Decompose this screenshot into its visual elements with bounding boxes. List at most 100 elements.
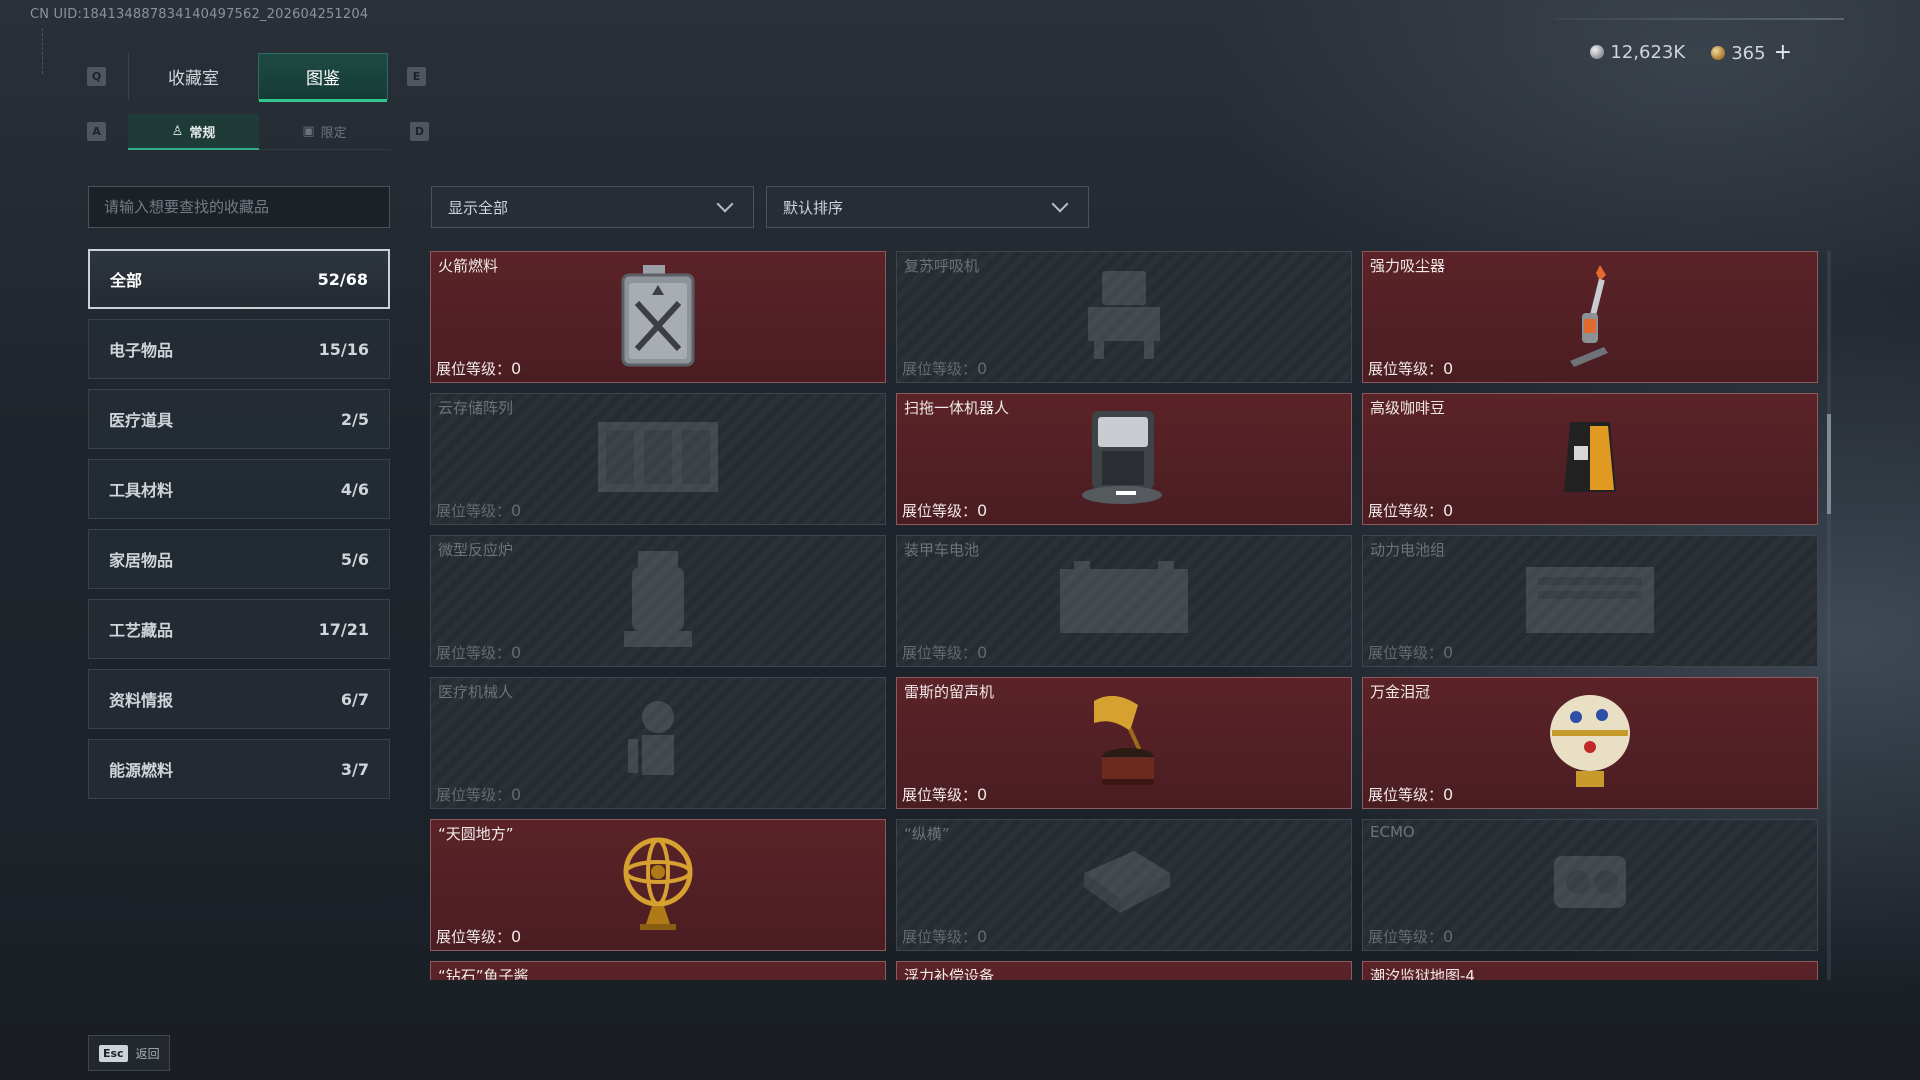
level-label: 展位等级： [902,928,978,946]
collection-item-card[interactable]: 高级咖啡豆 展位等级：0 [1362,393,1818,525]
category-item[interactable]: 工艺藏品 17/21 [88,599,390,659]
item-name: 动力电池组 [1370,541,1446,559]
collection-item-card[interactable]: 复苏呼吸机 展位等级：0 [896,251,1352,383]
gold-currency: 365 + [1711,40,1792,65]
item-level: 展位等级：0 [436,358,521,379]
scrollbar-track[interactable] [1827,251,1831,980]
item-level: 展位等级：0 [902,642,987,663]
item-name: 强力吸尘器 [1370,257,1446,275]
subtab-limited[interactable]: ▣ 限定 [259,114,390,150]
armillary-icon [618,830,698,940]
coffee-bag-icon [1558,416,1622,502]
subtab-regular[interactable]: ♙ 常规 [128,114,259,150]
level-value: 0 [1443,927,1454,946]
category-label: 能源燃料 [109,761,174,780]
collection-item-card[interactable]: 雷斯的留声机 展位等级：0 [896,677,1352,809]
collection-item-card[interactable]: 浮力补偿设备展位等级：0 [896,961,1352,980]
collection-item-card[interactable]: 医疗机械人 展位等级：0 [430,677,886,809]
category-label: 工具材料 [109,481,174,500]
category-label: 资料情报 [109,691,174,710]
back-button[interactable]: Esc 返回 [88,1035,170,1071]
level-label: 展位等级： [902,644,978,662]
category-count: 52/68 [317,269,368,289]
category-count: 2/5 [340,409,369,429]
category-item[interactable]: 医疗道具 2/5 [88,389,390,449]
vacuum-icon [1560,261,1620,373]
collection-item-card[interactable]: “钻石”鱼子酱展位等级：0 [430,961,886,980]
limited-icon: ▣ [302,124,315,139]
key-hint-d: D [410,122,429,141]
ecmo-icon [1540,838,1640,932]
level-value: 0 [511,785,522,804]
level-label: 展位等级： [436,502,512,520]
item-name: 扫拖一体机器人 [904,399,1010,417]
item-level: 展位等级：0 [1368,358,1453,379]
category-label: 电子物品 [109,341,174,360]
category-item[interactable]: 电子物品 15/16 [88,319,390,379]
tab-collection-room[interactable]: 收藏室 [128,53,258,100]
collection-item-card[interactable]: 强力吸尘器展位等级：0 [1362,251,1818,383]
item-name: 雷斯的留声机 [904,683,995,701]
level-value: 0 [1443,643,1454,662]
gold-amount: 365 [1731,43,1766,64]
sort-dropdown[interactable]: 默认排序 [766,186,1089,228]
collection-item-card[interactable]: “天圆地方” 展位等级：0 [430,819,886,951]
category-item[interactable]: 全部 52/68 [88,249,390,309]
robot-vacuum-icon [1076,407,1172,511]
add-currency-button[interactable]: + [1774,40,1792,65]
level-value: 0 [977,501,988,520]
search-input[interactable] [88,186,390,228]
category-item[interactable]: 能源燃料 3/7 [88,739,390,799]
item-level: 展位等级：0 [1368,926,1453,947]
level-label: 展位等级： [1368,360,1444,378]
collection-item-card[interactable]: 动力电池组展位等级：0 [1362,535,1818,667]
subtab-limited-label: 限定 [320,126,347,141]
level-value: 0 [1443,785,1454,804]
level-value: 0 [977,927,988,946]
level-value: 0 [977,785,988,804]
filter-dropdown[interactable]: 显示全部 [431,186,754,228]
level-label: 展位等级： [902,360,978,378]
collection-item-card[interactable]: 万金泪冠展位等级：0 [1362,677,1818,809]
gold-coin-icon [1711,46,1726,60]
collection-item-card[interactable]: 微型反应炉 展位等级：0 [430,535,886,667]
key-hint-a: A [87,122,106,141]
silver-amount: 12,623K [1610,42,1686,63]
scrollbar-thumb[interactable] [1827,414,1831,514]
medical-robot-icon [618,691,698,795]
item-name: 火箭燃料 [438,257,499,275]
fuel-can-icon [615,263,701,371]
player-uid: CN UID:18413488783414049756­2_2026042512… [30,7,369,22]
collection-item-card[interactable]: 装甲车电池 展位等级：0 [896,535,1352,667]
item-name: 复苏呼吸机 [904,257,980,275]
item-name: 万金泪冠 [1370,683,1431,701]
collection-item-card[interactable]: 云存储阵列 展位等级：0 [430,393,886,525]
level-label: 展位等级： [1368,786,1444,804]
level-label: 展位等级： [1368,502,1444,520]
esc-key-hint: Esc [99,1044,128,1062]
category-count: 4/6 [340,479,369,499]
collection-item-card[interactable]: 扫拖一体机器人 展位等级：0 [896,393,1352,525]
storage-array-icon [588,412,728,506]
item-level: 展位等级：0 [436,642,521,663]
tab-catalog[interactable]: 图鉴 [258,53,388,102]
top-decoration-line [1554,18,1844,20]
item-level: 展位等级：0 [1368,500,1453,521]
level-value: 0 [1443,501,1454,520]
collection-item-card[interactable]: “纵横” 展位等级：0 [896,819,1352,951]
collection-item-card[interactable]: 潮汐监狱地图-4展位等级：0 [1362,961,1818,980]
level-label: 展位等级： [902,502,978,520]
category-item[interactable]: 资料情报 6/7 [88,669,390,729]
collection-item-card[interactable]: ECMO 展位等级：0 [1362,819,1818,951]
category-label: 医疗道具 [109,411,174,430]
currency-bar: 12,623K 365 + [1590,40,1792,65]
level-label: 展位等级： [1368,644,1444,662]
collection-item-card[interactable]: 火箭燃料展位等级：0 [430,251,886,383]
item-level: 展位等级：0 [902,926,987,947]
item-name: 潮汐监狱地图-4 [1370,967,1475,980]
category-item[interactable]: 工具材料 4/6 [88,459,390,519]
category-item[interactable]: 家居物品 5/6 [88,529,390,589]
silver-currency: 12,623K [1590,42,1685,63]
key-hint-e: E [407,67,426,86]
level-label: 展位等级： [436,644,512,662]
